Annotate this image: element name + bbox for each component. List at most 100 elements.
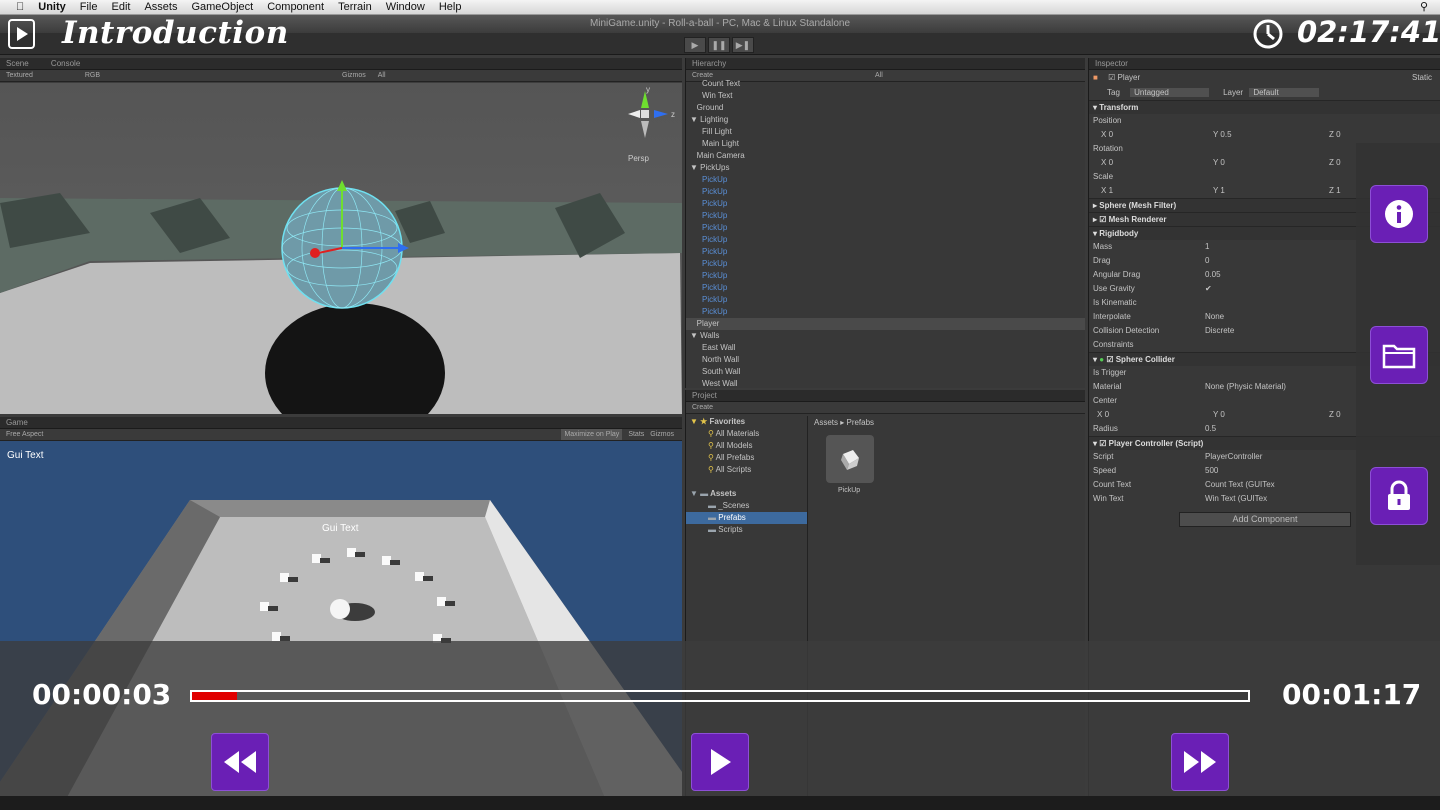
expand-arrow-icon[interactable]: ▼ bbox=[690, 331, 700, 340]
persp-label[interactable]: Persp bbox=[628, 154, 649, 163]
project-tree-item[interactable]: ▼ ★ Favorites bbox=[686, 416, 807, 428]
video-icon[interactable] bbox=[8, 19, 35, 49]
field-value[interactable]: 1 bbox=[1205, 240, 1209, 254]
static-toggle[interactable]: Static bbox=[1412, 70, 1432, 86]
render-mode-dropdown[interactable]: RGB bbox=[85, 70, 100, 81]
center-y-field[interactable]: Y 0 bbox=[1213, 408, 1225, 422]
tab-project[interactable]: Project bbox=[692, 391, 717, 400]
rotation-y[interactable]: 0 bbox=[1220, 158, 1224, 167]
hierarchy-item[interactable]: ▼ PickUps bbox=[686, 162, 1085, 174]
gizmo-x-arrow[interactable] bbox=[310, 248, 320, 258]
hierarchy-item[interactable]: PickUp bbox=[686, 294, 1085, 306]
apple-icon[interactable]:  bbox=[16, 1, 24, 13]
hierarchy-item[interactable]: PickUp bbox=[686, 246, 1085, 258]
scene-viewport[interactable]: z y Persp bbox=[0, 83, 682, 414]
hierarchy-item[interactable]: Ground bbox=[686, 102, 1085, 114]
hierarchy-item[interactable]: PickUp bbox=[686, 210, 1085, 222]
maximize-on-play-toggle[interactable]: Maximize on Play bbox=[561, 429, 623, 440]
field-value[interactable]: None bbox=[1205, 310, 1224, 324]
rewind-button[interactable] bbox=[211, 733, 269, 791]
hierarchy-item[interactable]: PickUp bbox=[686, 222, 1085, 234]
center-z-field[interactable]: Z 0 bbox=[1329, 408, 1341, 422]
project-tree-item[interactable]: ⚲ All Prefabs bbox=[686, 452, 807, 464]
active-checkbox[interactable]: ☑ bbox=[1108, 73, 1115, 82]
shading-mode-dropdown[interactable]: Textured bbox=[6, 70, 33, 81]
hierarchy-item[interactable]: Main Camera bbox=[686, 150, 1085, 162]
position-z[interactable]: 0 bbox=[1336, 130, 1340, 139]
field-value[interactable]: PlayerController bbox=[1205, 450, 1262, 464]
hierarchy-item[interactable]: PickUp bbox=[686, 258, 1085, 270]
tab-hierarchy[interactable]: Hierarchy bbox=[692, 59, 726, 68]
layer-dropdown[interactable]: Default bbox=[1249, 88, 1319, 97]
spotlight-search-icon[interactable]: ⚲ bbox=[1420, 0, 1428, 13]
menu-terrain[interactable]: Terrain bbox=[338, 1, 372, 13]
gizmo-y-arrow[interactable] bbox=[337, 180, 347, 191]
hierarchy-item[interactable]: PickUp bbox=[686, 270, 1085, 282]
menu-component[interactable]: Component bbox=[267, 1, 324, 13]
hierarchy-search-field[interactable]: All bbox=[875, 70, 883, 81]
gizmos-dropdown[interactable]: Gizmos bbox=[342, 70, 366, 81]
scale-y[interactable]: 1 bbox=[1220, 186, 1224, 195]
scale-z[interactable]: 1 bbox=[1336, 186, 1340, 195]
hierarchy-item[interactable]: ▼ Walls bbox=[686, 330, 1085, 342]
hierarchy-item[interactable]: East Wall bbox=[686, 342, 1085, 354]
hierarchy-item[interactable]: Count Text bbox=[686, 78, 1085, 90]
hierarchy-item[interactable]: North Wall bbox=[686, 354, 1085, 366]
progress-bar[interactable] bbox=[190, 690, 1250, 702]
hierarchy-item[interactable]: Win Text bbox=[686, 90, 1085, 102]
transform-header[interactable]: ▾ Transform bbox=[1089, 100, 1440, 114]
tab-scene[interactable]: Scene bbox=[6, 59, 29, 68]
field-value[interactable]: None (Physic Material) bbox=[1205, 380, 1286, 394]
hierarchy-item[interactable]: Player bbox=[686, 318, 1085, 330]
position-y[interactable]: 0.5 bbox=[1220, 130, 1231, 139]
tag-dropdown[interactable]: Untagged bbox=[1130, 88, 1209, 97]
expand-arrow-icon[interactable]: ▼ bbox=[690, 163, 700, 172]
project-tree-item[interactable]: ▬ Scripts bbox=[686, 524, 807, 536]
field-value[interactable]: 0 bbox=[1205, 254, 1209, 268]
project-tree-item[interactable]: ▬ _Scenes bbox=[686, 500, 807, 512]
play-button[interactable] bbox=[691, 733, 749, 791]
tab-inspector[interactable]: Inspector bbox=[1095, 59, 1128, 68]
breadcrumb-assets[interactable]: Assets bbox=[814, 418, 838, 427]
field-value[interactable]: ✔ bbox=[1205, 282, 1212, 296]
hierarchy-item[interactable]: PickUp bbox=[686, 174, 1085, 186]
center-x-field[interactable]: X 0 bbox=[1097, 408, 1109, 422]
breadcrumb-prefabs[interactable]: Prefabs bbox=[846, 418, 874, 427]
rotation-z[interactable]: 0 bbox=[1336, 158, 1340, 167]
scale-x[interactable]: 1 bbox=[1109, 186, 1113, 195]
menu-app-name[interactable]: Unity bbox=[38, 1, 66, 13]
project-tree-item[interactable]: ⚲ All Scripts bbox=[686, 464, 807, 476]
tab-console[interactable]: Console bbox=[51, 59, 80, 68]
add-component-button[interactable]: Add Component bbox=[1179, 512, 1351, 527]
position-x[interactable]: 0 bbox=[1109, 130, 1113, 139]
game-gizmos-dropdown[interactable]: Gizmos bbox=[650, 429, 674, 440]
project-tree-item[interactable]: ▼ ▬ Assets bbox=[686, 488, 807, 500]
hierarchy-item[interactable]: ▼ Lighting bbox=[686, 114, 1085, 126]
field-value[interactable]: Discrete bbox=[1205, 324, 1234, 338]
tab-game[interactable]: Game bbox=[6, 418, 28, 427]
menu-edit[interactable]: Edit bbox=[111, 1, 130, 13]
menu-gameobject[interactable]: GameObject bbox=[191, 1, 253, 13]
hierarchy-item[interactable]: PickUp bbox=[686, 282, 1085, 294]
fast-forward-button[interactable] bbox=[1171, 733, 1229, 791]
menu-window[interactable]: Window bbox=[386, 1, 425, 13]
menu-file[interactable]: File bbox=[80, 1, 98, 13]
menu-assets[interactable]: Assets bbox=[144, 1, 177, 13]
object-name-field[interactable]: Player bbox=[1117, 73, 1140, 82]
menu-help[interactable]: Help bbox=[439, 1, 462, 13]
field-value[interactable]: 0.05 bbox=[1205, 268, 1221, 282]
project-tree-item[interactable]: ⚲ All Materials bbox=[686, 428, 807, 440]
hierarchy-item[interactable]: Fill Light bbox=[686, 126, 1085, 138]
rotation-x[interactable]: 0 bbox=[1109, 158, 1113, 167]
folder-button[interactable] bbox=[1370, 326, 1428, 384]
hierarchy-item[interactable]: South Wall bbox=[686, 366, 1085, 378]
stats-toggle[interactable]: Stats bbox=[628, 429, 644, 440]
hierarchy-item[interactable]: West Wall bbox=[686, 378, 1085, 388]
scene-search-field[interactable]: All bbox=[378, 70, 386, 81]
hierarchy-item[interactable]: PickUp bbox=[686, 198, 1085, 210]
hierarchy-item[interactable]: PickUp bbox=[686, 306, 1085, 318]
lock-button[interactable] bbox=[1370, 467, 1428, 525]
field-value[interactable]: Win Text (GUITex bbox=[1205, 492, 1267, 506]
expand-arrow-icon[interactable]: ▼ bbox=[690, 115, 700, 124]
field-value[interactable]: 0.5 bbox=[1205, 422, 1216, 436]
